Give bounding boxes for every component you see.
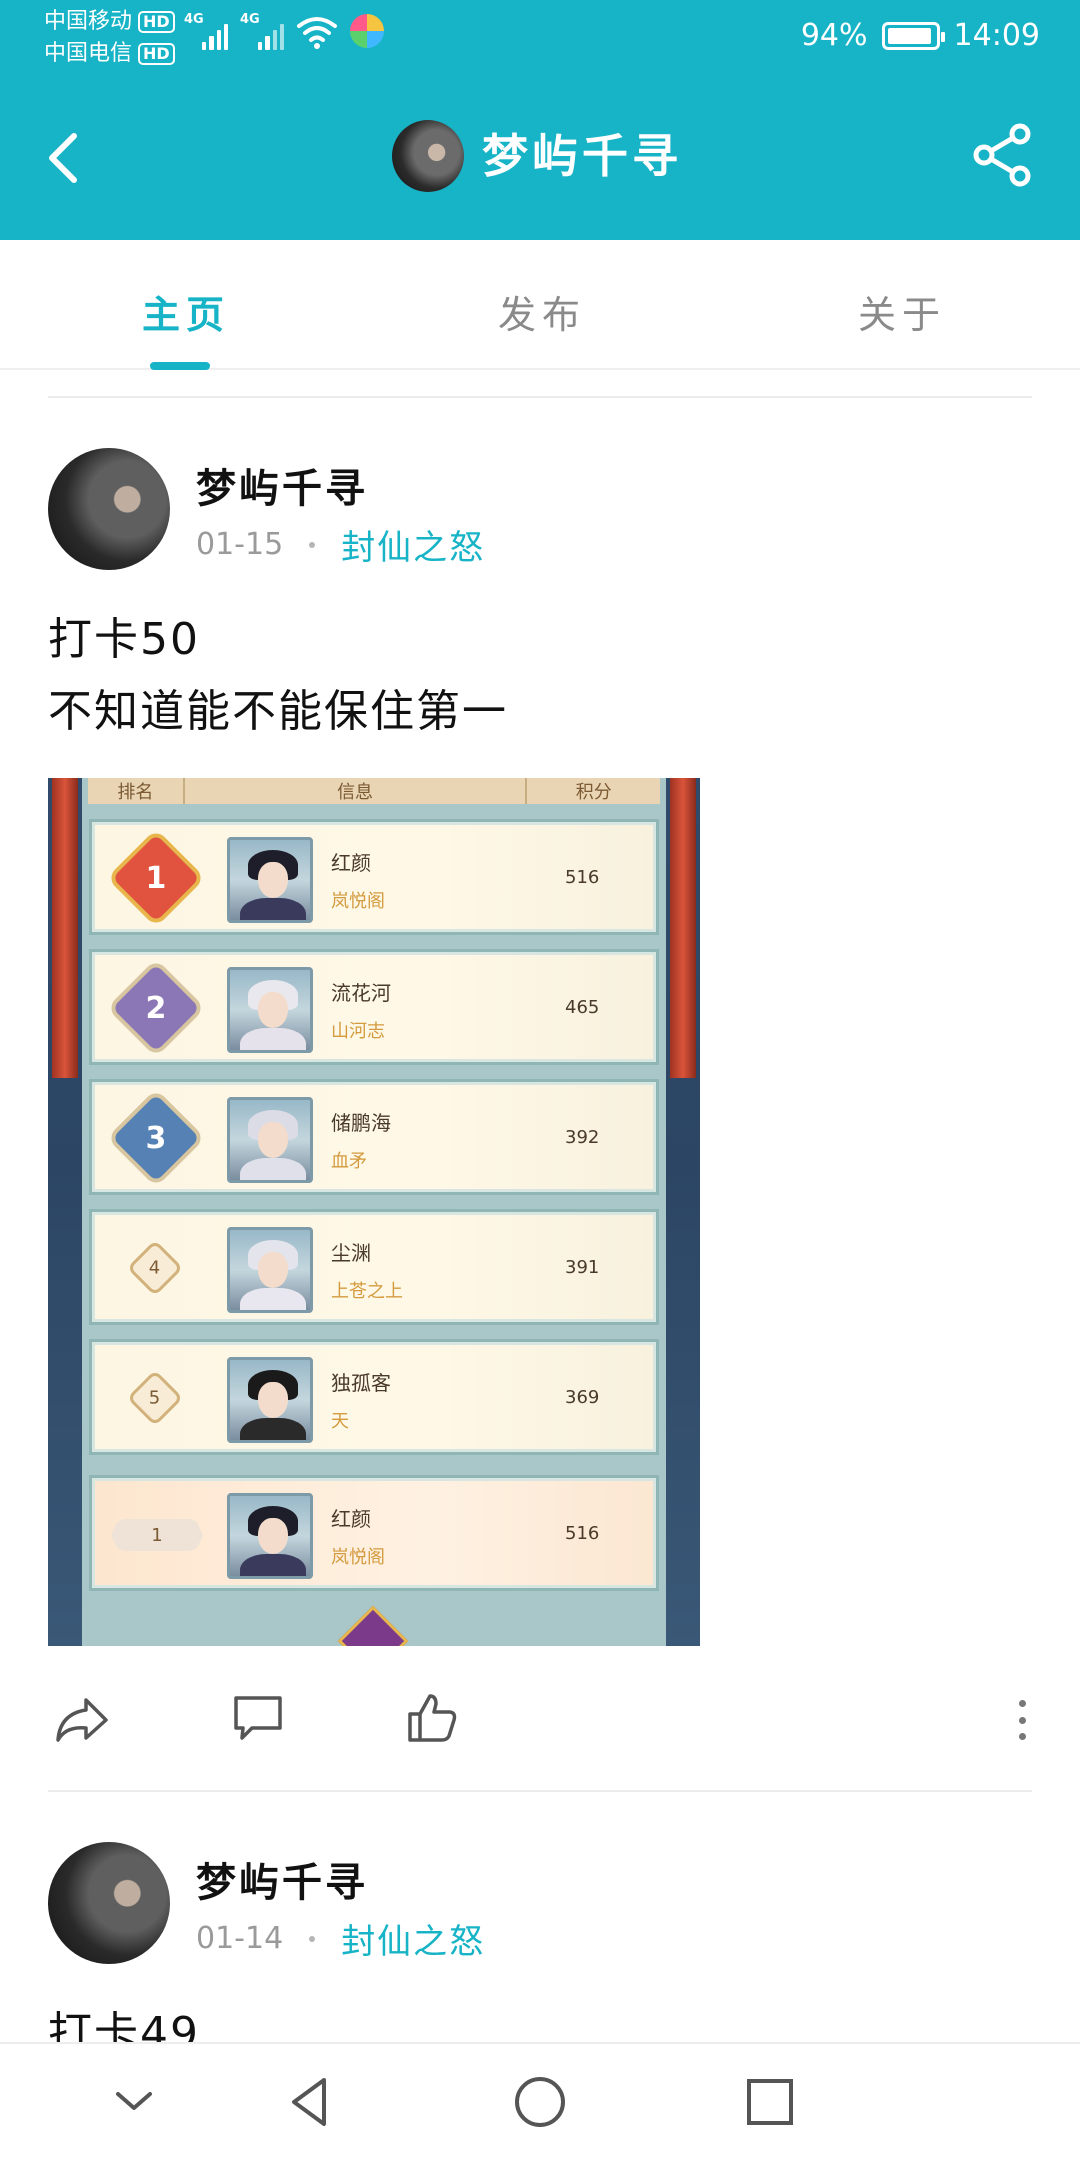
status-right: 94% 14:09 (801, 18, 1040, 53)
post-meta: 01-15 封仙之怒 (196, 520, 485, 569)
post-author-name[interactable]: 梦屿千寻 (196, 456, 368, 514)
column-rank: 排名 (88, 778, 185, 804)
player-guild: 上苍之上 (331, 1281, 403, 1302)
header-avatar[interactable] (392, 120, 464, 192)
more-vertical-icon[interactable] (1016, 1700, 1028, 1740)
battery-percent: 94% (800, 18, 868, 53)
player-guild: 天 (331, 1411, 349, 1432)
leaderboard-row: 3 储鹏海 血矛 392 (92, 1082, 656, 1192)
app-header-area: 中国移动 HD 中国电信 HD 4G 4G 94% 14:09 梦屿千寻 (0, 0, 1080, 240)
network-type-label: 4G (240, 12, 260, 27)
system-navigation-bar (0, 2042, 1080, 2160)
carrier-info: 中国移动 HD 中国电信 HD (44, 6, 175, 70)
player-score: 392 (565, 1127, 600, 1148)
hd-badge: HD (138, 43, 175, 65)
tab-posts[interactable]: 发布 (498, 284, 586, 339)
separator-dot (309, 541, 316, 548)
player-guild: 血矛 (331, 1151, 367, 1172)
post-author-name[interactable]: 梦屿千寻 (196, 1850, 368, 1908)
signal-icon: 4G (184, 12, 228, 50)
leaderboard-row: 4 尘渊 上苍之上 391 (92, 1212, 656, 1322)
character-portrait (227, 1357, 313, 1443)
player-name: 储鹏海 (331, 1111, 391, 1135)
carrier-2-label: 中国电信 (44, 41, 133, 66)
column-info: 信息 (185, 778, 528, 804)
thumbs-up-icon[interactable] (402, 1688, 462, 1748)
page-title: 梦屿千寻 (482, 129, 682, 183)
rank-badge: 4 (126, 1239, 184, 1297)
column-score: 积分 (575, 782, 612, 803)
rank-badge: 5 (126, 1369, 184, 1427)
app-notification-icon (350, 14, 384, 48)
post-image[interactable]: 排名 信息 积分 1 红颜 岚悦阁 516 2 流花河 山河志 465 3 储鹏… (48, 778, 700, 1646)
character-portrait (227, 1227, 313, 1313)
post-meta: 01-14 封仙之怒 (196, 1914, 485, 1963)
home-circle-icon[interactable] (510, 2072, 570, 2132)
player-name: 独孤客 (331, 1371, 391, 1395)
hd-badge: HD (138, 11, 175, 33)
chevron-down-icon[interactable] (104, 2072, 164, 2132)
back-arrow-icon[interactable] (40, 126, 88, 190)
wifi-icon (297, 17, 337, 49)
tab-about[interactable]: 关于 (858, 284, 946, 339)
recents-square-icon[interactable] (740, 2072, 800, 2132)
player-guild: 岚悦阁 (331, 1547, 385, 1568)
title-bar: 梦屿千寻 (0, 80, 1080, 240)
forward-icon[interactable] (52, 1688, 112, 1748)
player-score: 391 (565, 1257, 600, 1278)
post-author-avatar[interactable] (48, 1842, 170, 1964)
player-name: 红颜 (331, 851, 371, 875)
post-text-line: 打卡50 (48, 614, 200, 665)
signal-indicators: 4G 4G (184, 12, 384, 50)
player-score: 516 (565, 1523, 600, 1544)
tab-home[interactable]: 主页 (142, 284, 230, 339)
leaderboard-row: 2 流花河 山河志 465 (92, 952, 656, 1062)
carrier-1-label: 中国移动 (44, 9, 133, 34)
signal-icon: 4G (240, 12, 284, 50)
post-actions (0, 1680, 1080, 1760)
leaderboard-row: 5 独孤客 天 369 (92, 1342, 656, 1452)
network-type-label: 4G (184, 12, 204, 27)
player-score: 465 (565, 997, 600, 1018)
decor-pillar (52, 778, 78, 1078)
share-icon[interactable] (970, 122, 1036, 188)
character-portrait (227, 837, 313, 923)
decor-pillar (670, 778, 696, 1078)
player-guild: 岚悦阁 (331, 891, 385, 912)
divider (48, 396, 1032, 398)
battery-icon (881, 21, 945, 50)
player-name: 尘渊 (331, 1241, 371, 1265)
rank-badge: 3 (112, 1094, 200, 1182)
back-triangle-icon[interactable] (280, 2072, 340, 2132)
separator-dot (309, 1935, 316, 1942)
tab-bar: 主页 发布 关于 (0, 240, 1080, 370)
divider (48, 1790, 1032, 1792)
player-score: 369 (565, 1387, 600, 1408)
post-date: 01-14 (196, 1921, 284, 1956)
player-name: 流花河 (331, 981, 391, 1005)
player-name: 红颜 (331, 1507, 371, 1531)
tab-active-indicator (150, 362, 210, 370)
post-author-avatar[interactable] (48, 448, 170, 570)
character-portrait (227, 1097, 313, 1183)
clock: 14:09 (953, 18, 1040, 53)
status-bar: 中国移动 HD 中国电信 HD 4G 4G 94% 14:09 (0, 0, 1080, 76)
character-portrait (227, 1493, 313, 1579)
rank-badge: 1 (112, 834, 200, 922)
post-topic-link[interactable]: 封仙之怒 (341, 520, 485, 569)
leaderboard-my-row: 1 红颜 岚悦阁 516 (92, 1478, 656, 1588)
comment-icon[interactable] (228, 1688, 288, 1748)
post-body[interactable]: 打卡50 不知道能不能保住第一 (48, 604, 508, 748)
leaderboard-header: 排名 信息 积分 (88, 778, 660, 804)
player-guild: 山河志 (331, 1021, 385, 1042)
player-score: 516 (565, 867, 600, 888)
character-portrait (227, 967, 313, 1053)
post-date: 01-15 (196, 527, 284, 562)
post-text-line: 不知道能不能保住第一 (48, 686, 508, 737)
leaderboard-row: 1 红颜 岚悦阁 516 (92, 822, 656, 932)
rank-badge: 1 (111, 1519, 203, 1551)
rank-badge: 2 (112, 964, 200, 1052)
post-topic-link[interactable]: 封仙之怒 (341, 1914, 485, 1963)
